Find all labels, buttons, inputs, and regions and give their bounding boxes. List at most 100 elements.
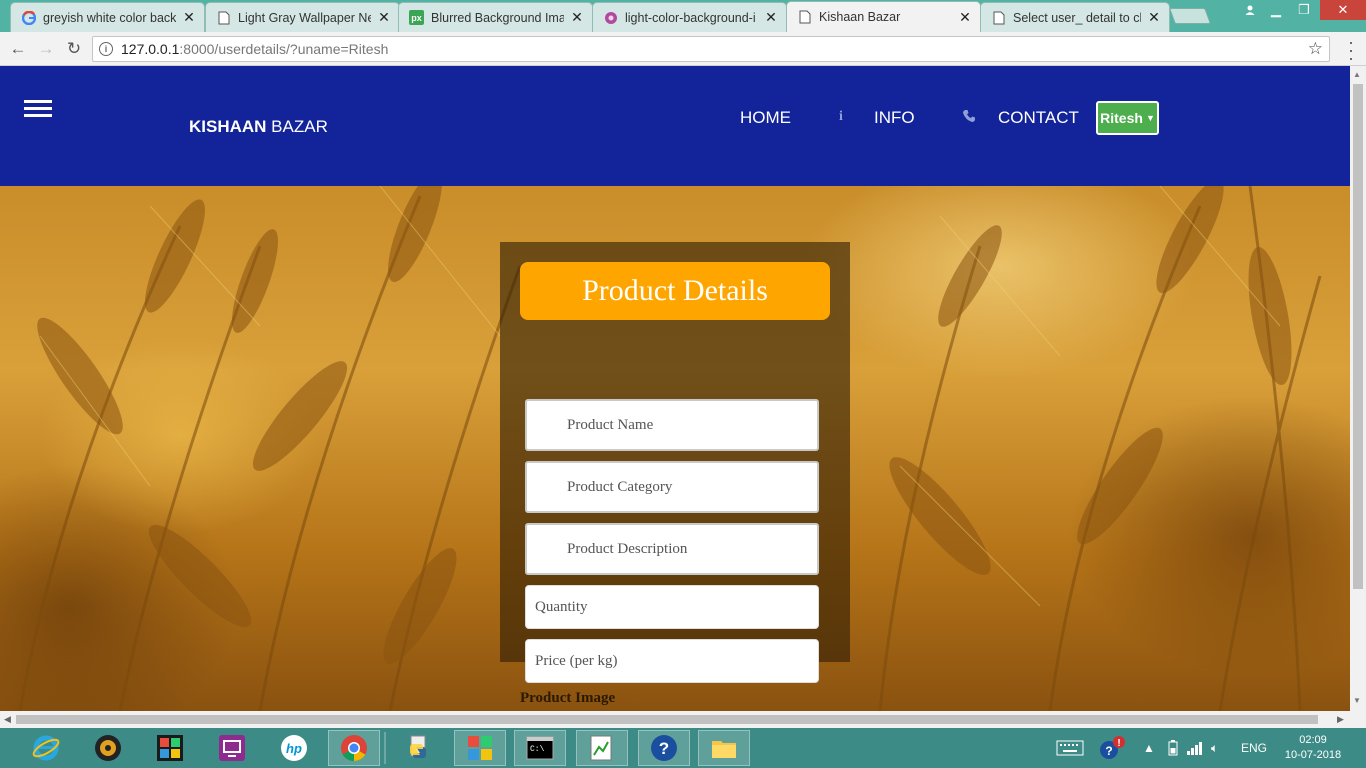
product-description-placeholder: Product Description: [567, 540, 688, 557]
network-icon[interactable]: [1186, 728, 1204, 768]
scroll-left-icon[interactable]: ◀: [4, 714, 11, 725]
hp-icon[interactable]: hp: [270, 730, 318, 766]
show-hidden-icons-icon[interactable]: ▲: [1143, 728, 1155, 768]
back-icon[interactable]: ←: [6, 37, 30, 61]
vertical-scrollbar[interactable]: ▲ ▼: [1350, 66, 1366, 711]
command-prompt-icon[interactable]: C:\: [514, 730, 566, 766]
horizontal-scrollbar[interactable]: ◀ ▶: [0, 711, 1366, 728]
page-icon: [797, 10, 812, 25]
battery-icon[interactable]: [1168, 728, 1178, 768]
chrome-icon[interactable]: [328, 730, 380, 766]
svg-text:?: ?: [1105, 744, 1112, 758]
close-icon[interactable]: ✕: [1147, 9, 1161, 26]
clock-time: 02:09: [1299, 734, 1327, 746]
url-host: 127.0.0.1: [121, 41, 180, 57]
phone-icon: [962, 109, 976, 126]
notepad-chart-icon[interactable]: [576, 730, 628, 766]
browser-toolbar: ← → ↻ i 127.0.0.1:8000/userdetails/?unam…: [0, 32, 1366, 67]
px-icon: px: [409, 10, 424, 25]
form-title: Product Details: [520, 262, 830, 320]
info-icon: i: [839, 109, 843, 124]
media-player-icon[interactable]: [84, 730, 132, 766]
svg-text:!: !: [1117, 738, 1120, 749]
scroll-down-icon[interactable]: ▼: [1353, 696, 1361, 705]
clock[interactable]: 02:09 10-07-2018: [1280, 733, 1346, 763]
product-name-input[interactable]: Product Name: [525, 399, 819, 451]
page-icon: [216, 10, 231, 25]
close-icon[interactable]: ✕: [377, 9, 391, 26]
tab-title: light-color-background-i: [625, 10, 756, 25]
hamburger-menu-icon[interactable]: [24, 100, 52, 121]
user-dropdown-button[interactable]: Ritesh ▼: [1096, 101, 1159, 135]
vertical-scroll-thumb[interactable]: [1353, 84, 1363, 589]
quantity-placeholder: Quantity: [535, 598, 588, 615]
restore-icon[interactable]: ❐: [1290, 0, 1318, 20]
file-explorer-icon[interactable]: [698, 730, 750, 766]
tab-title: Kishaan Bazar: [819, 10, 901, 24]
svg-text:C:\: C:\: [530, 745, 545, 754]
close-icon[interactable]: ✕: [182, 9, 196, 26]
browser-tab[interactable]: Select user_ detail to cha ✕: [980, 2, 1170, 32]
horizontal-scroll-thumb[interactable]: [16, 715, 1318, 724]
alert-shield-icon[interactable]: ?!: [1098, 728, 1126, 768]
help-icon[interactable]: ?: [638, 730, 690, 766]
browser-tab[interactable]: Light Gray Wallpaper Nev ✕: [205, 2, 400, 32]
price-placeholder: Price (per kg): [535, 652, 618, 669]
tab-title: Blurred Background Imag: [431, 10, 564, 25]
close-icon[interactable]: ✕: [764, 9, 778, 26]
price-input[interactable]: Price (per kg): [525, 639, 819, 683]
browser-tab-active[interactable]: Kishaan Bazar ✕: [786, 1, 981, 32]
tab-title: Light Gray Wallpaper Nev: [238, 10, 371, 25]
tab-title: Select user_ detail to cha: [1013, 10, 1141, 25]
windows-app-icon[interactable]: [454, 730, 506, 766]
minimize-icon[interactable]: ▁: [1262, 0, 1290, 20]
brand-rest: BAZAR: [266, 117, 328, 136]
caret-down-icon: ▼: [1145, 113, 1155, 123]
scroll-up-icon[interactable]: ▲: [1353, 70, 1361, 79]
google-icon: [21, 10, 36, 25]
new-tab-button[interactable]: [1169, 8, 1211, 24]
svg-text:?: ?: [659, 739, 669, 758]
quantity-input[interactable]: Quantity: [525, 585, 819, 629]
page-icon: [991, 10, 1006, 25]
python-icon[interactable]: [394, 730, 442, 766]
browser-tab[interactable]: px Blurred Background Imag ✕: [398, 2, 593, 32]
close-icon[interactable]: ✕: [570, 9, 584, 26]
site-brand[interactable]: KISHAAN BAZAR: [189, 117, 328, 137]
volume-icon[interactable]: 🔈︎: [1211, 728, 1218, 768]
photos-app-icon[interactable]: [146, 730, 194, 766]
product-name-placeholder: Product Name: [567, 416, 654, 433]
clock-date: 10-07-2018: [1284, 749, 1342, 761]
windows-taskbar: hp C:\ ? ?! ▲ 🔈︎ ENG 02:09 10-07-2018: [0, 728, 1366, 768]
product-image-label: Product Image: [520, 690, 616, 706]
reload-icon[interactable]: ↻: [62, 37, 86, 61]
forward-icon[interactable]: →: [34, 37, 58, 61]
language-indicator[interactable]: ENG: [1241, 728, 1267, 768]
internet-explorer-icon[interactable]: [22, 730, 70, 766]
flower-icon: [603, 10, 618, 25]
browser-menu-icon[interactable]: · · ·: [1341, 33, 1361, 67]
profile-icon[interactable]: [1236, 0, 1264, 20]
svg-text:hp: hp: [286, 741, 302, 756]
connect-app-icon[interactable]: [208, 730, 256, 766]
nav-home[interactable]: HOME: [740, 108, 791, 128]
browser-tab[interactable]: light-color-background-i ✕: [592, 2, 787, 32]
url-path: :8000/userdetails/?uname=Ritesh: [179, 41, 389, 57]
close-icon[interactable]: ✕: [958, 9, 972, 26]
keyboard-icon[interactable]: [1056, 728, 1084, 768]
bookmark-star-icon[interactable]: ☆: [1308, 39, 1323, 59]
product-category-input[interactable]: Product Category: [525, 461, 819, 513]
product-description-input[interactable]: Product Description: [525, 523, 819, 575]
window-close-icon[interactable]: ✕: [1320, 0, 1366, 20]
user-name: Ritesh: [1100, 110, 1143, 126]
tab-title: greyish white color backg: [43, 10, 176, 25]
tab-strip: greyish white color backg ✕ Light Gray W…: [0, 0, 1366, 32]
address-bar[interactable]: i 127.0.0.1:8000/userdetails/?uname=Rite…: [92, 36, 1330, 62]
taskbar-separator: [384, 732, 386, 764]
scroll-right-icon[interactable]: ▶: [1337, 714, 1344, 725]
nav-contact[interactable]: CONTACT: [998, 108, 1079, 128]
nav-info[interactable]: INFO: [874, 108, 915, 128]
info-icon[interactable]: i: [99, 42, 113, 56]
browser-tab[interactable]: greyish white color backg ✕: [10, 2, 205, 32]
brand-bold: KISHAAN: [189, 117, 267, 136]
